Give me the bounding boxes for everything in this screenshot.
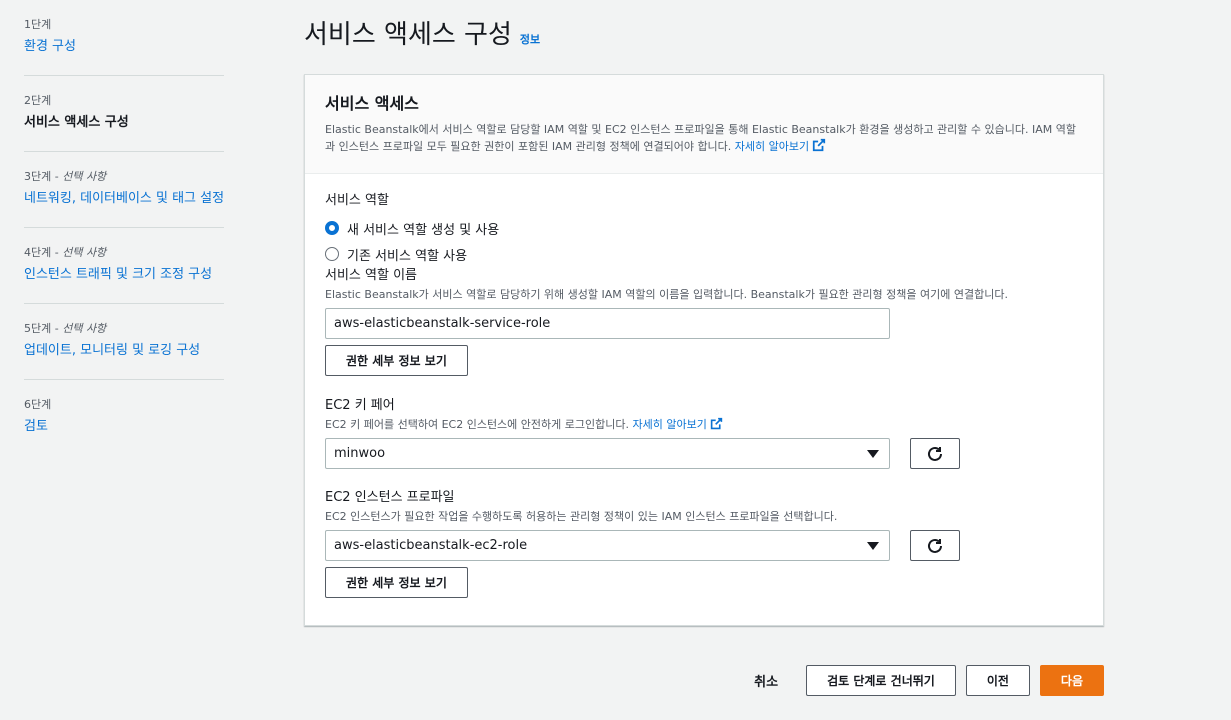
selected-value: minwoo xyxy=(334,446,386,461)
ec2-key-pair-select[interactable]: minwoo xyxy=(325,438,890,469)
ec2-instance-profile-label: EC2 인스턴스 프로파일 xyxy=(325,490,455,505)
learn-more-link[interactable]: 자세히 알아보기 xyxy=(735,138,826,153)
step-3: 3단계 - 선택 사항 네트워킹, 데이터베이스 및 태그 설정 xyxy=(24,170,224,228)
ec2-instance-profile-row: aws-elasticbeanstalk-ec2-role xyxy=(325,530,1083,561)
page-title: 서비스 액세스 구성 xyxy=(304,20,512,50)
radio-label: 기존 서비스 역할 사용 xyxy=(347,248,468,264)
ec2-key-pair-label: EC2 키 페어 xyxy=(325,398,395,413)
step-label: 1단계 xyxy=(24,18,52,31)
page-header: 서비스 액세스 구성 정보 xyxy=(304,18,540,52)
view-permissions-button[interactable]: 권한 세부 정보 보기 xyxy=(325,567,468,598)
info-link[interactable]: 정보 xyxy=(520,31,540,47)
ec2-instance-profile-description: EC2 인스턴스가 필요한 작업을 수행하도록 허용하는 관리형 정책이 있는 … xyxy=(325,510,838,523)
panel-title: 서비스 액세스 xyxy=(325,94,419,113)
step-label: 6단계 xyxy=(24,398,52,411)
service-role-label: 서비스 역할 xyxy=(325,193,389,208)
step-link-environment[interactable]: 환경 구성 xyxy=(24,38,224,56)
wizard-steps-sidebar: 1단계 환경 구성 2단계 서비스 액세스 구성 3단계 - 선택 사항 네트워… xyxy=(24,18,224,473)
step-label: 5단계 - 선택 사항 xyxy=(24,322,107,335)
ec2-key-pair-description: EC2 키 페어를 선택하여 EC2 인스턴스에 안전하게 로그인합니다. 자세… xyxy=(325,417,1083,432)
step-label: 4단계 - 선택 사항 xyxy=(24,246,107,259)
wizard-footer: 취소 검토 단계로 건너뛰기 이전 다음 xyxy=(754,665,1104,696)
caret-down-icon xyxy=(867,449,879,458)
ec2-instance-profile-select[interactable]: aws-elasticbeanstalk-ec2-role xyxy=(325,530,890,561)
panel-description: Elastic Beanstalk에서 서비스 역할로 담당할 IAM 역할 및… xyxy=(325,123,1076,153)
service-role-name-label: 서비스 역할 이름 xyxy=(325,268,417,283)
external-link-icon xyxy=(710,417,723,430)
next-button[interactable]: 다음 xyxy=(1039,665,1104,696)
selected-value: aws-elasticbeanstalk-ec2-role xyxy=(334,538,528,553)
step-link-instance-traffic[interactable]: 인스턴스 트래픽 및 크기 조정 구성 xyxy=(24,266,224,284)
step-link-updates-monitoring[interactable]: 업데이트, 모니터링 및 로깅 구성 xyxy=(24,342,224,360)
radio-unchecked-icon[interactable] xyxy=(325,247,339,261)
service-access-panel: 서비스 액세스 Elastic Beanstalk에서 서비스 역할로 담당할 … xyxy=(304,74,1104,626)
step-5: 5단계 - 선택 사항 업데이트, 모니터링 및 로깅 구성 xyxy=(24,322,224,380)
step-6: 6단계 검토 xyxy=(24,398,224,455)
step-1: 1단계 환경 구성 xyxy=(24,18,224,76)
step-4: 4단계 - 선택 사항 인스턴스 트래픽 및 크기 조정 구성 xyxy=(24,246,224,304)
refresh-icon xyxy=(928,446,942,461)
step-link-networking[interactable]: 네트워킹, 데이터베이스 및 태그 설정 xyxy=(24,190,224,208)
radio-existing-service-role[interactable]: 기존 서비스 역할 사용 xyxy=(325,241,1083,267)
external-link-icon xyxy=(813,138,826,152)
radio-checked-icon[interactable] xyxy=(325,221,339,235)
step-link-review[interactable]: 검토 xyxy=(24,418,224,436)
panel-header: 서비스 액세스 Elastic Beanstalk에서 서비스 역할로 담당할 … xyxy=(305,75,1103,174)
ec2-key-pair-row: minwoo xyxy=(325,438,1083,469)
refresh-icon xyxy=(928,538,942,553)
panel-body: 서비스 역할 새 서비스 역할 생성 및 사용 기존 서비스 역할 사용 서비스… xyxy=(305,174,1103,616)
step-label: 3단계 - 선택 사항 xyxy=(24,170,107,183)
radio-new-service-role[interactable]: 새 서비스 역할 생성 및 사용 xyxy=(325,215,1083,241)
refresh-key-pairs-button[interactable] xyxy=(910,438,960,469)
cancel-button[interactable]: 취소 xyxy=(754,671,778,690)
refresh-instance-profiles-button[interactable] xyxy=(910,530,960,561)
service-role-name-input[interactable]: aws-elasticbeanstalk-service-role xyxy=(325,308,890,339)
previous-button[interactable]: 이전 xyxy=(965,665,1030,696)
skip-to-review-button[interactable]: 검토 단계로 건너뛰기 xyxy=(806,665,956,696)
view-permissions-button[interactable]: 권한 세부 정보 보기 xyxy=(325,345,468,376)
step-label: 2단계 xyxy=(24,94,52,107)
learn-more-link[interactable]: 자세히 알아보기 xyxy=(633,417,723,431)
step-2: 2단계 서비스 액세스 구성 xyxy=(24,94,224,152)
radio-label: 새 서비스 역할 생성 및 사용 xyxy=(347,222,500,238)
service-role-name-description: Elastic Beanstalk가 서비스 역할로 담당하기 위해 생성할 I… xyxy=(325,288,1008,301)
step-current-service-access: 서비스 액세스 구성 xyxy=(24,115,129,130)
caret-down-icon xyxy=(867,541,879,550)
